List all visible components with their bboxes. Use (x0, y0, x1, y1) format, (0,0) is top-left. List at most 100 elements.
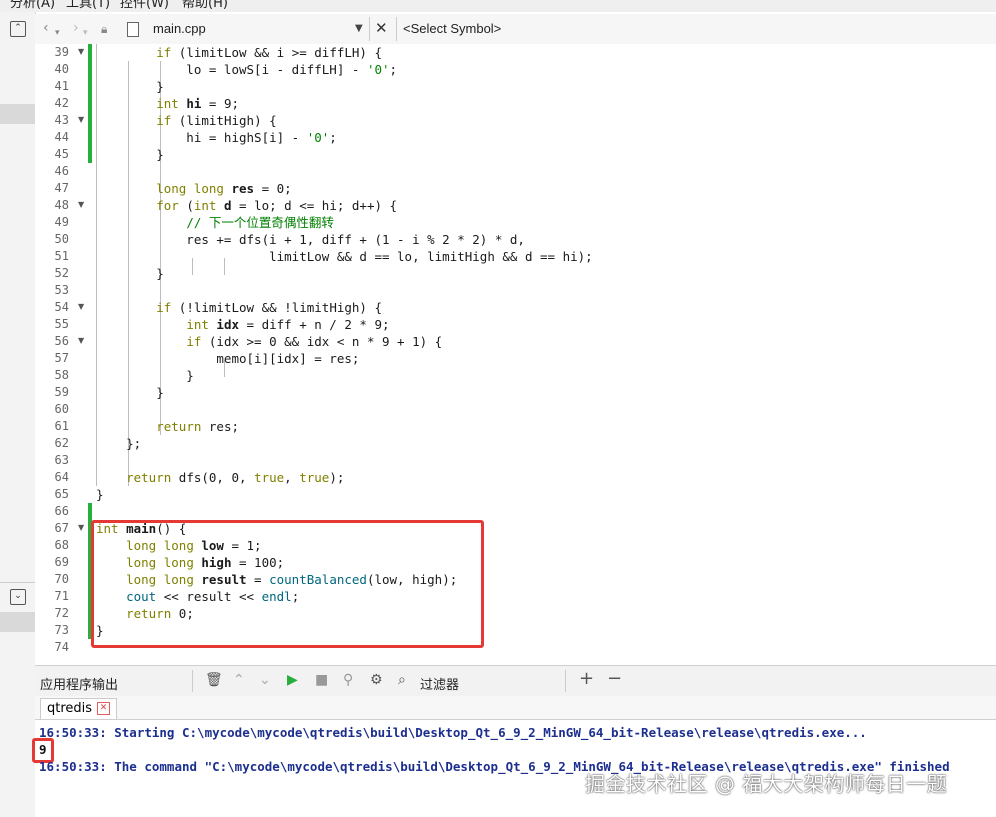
line-number: 51 (54, 249, 69, 263)
stop-icon[interactable]: ■ (315, 672, 328, 688)
line-number: 50 (54, 232, 69, 246)
output-tab-qtredis[interactable]: qtredis ✕ (40, 698, 118, 719)
line-number: 42 (54, 96, 69, 110)
code-line-48: for (int d = lo; d <= hi; d++) { (156, 198, 398, 213)
code-line-39: if (limitLow && i >= diffLH) { (156, 45, 382, 60)
fold-toggle-icon[interactable]: ▼ (78, 47, 84, 56)
minimize-icon[interactable]: − (607, 668, 622, 689)
line-number: 39 (54, 45, 69, 59)
filter-input[interactable]: 过滤器 (420, 674, 459, 693)
close-file-icon[interactable]: ✕ (375, 19, 388, 37)
line-number: 52 (54, 266, 69, 280)
collapse-up-icon[interactable]: ⌃ (10, 21, 26, 37)
menu-bar: 分析(A) 工具(T) 控件(W) 帮助(H) (0, 0, 996, 12)
next-item-icon[interactable]: ⌄ (259, 672, 271, 688)
file-icon (127, 22, 139, 37)
line-number: 63 (54, 453, 69, 467)
back-dropdown-icon[interactable]: ▾ (55, 28, 60, 38)
line-number: 46 (54, 164, 69, 178)
fold-toggle-icon[interactable]: ▼ (78, 115, 84, 124)
code-line-44: hi = highS[i] - '0'; (96, 130, 337, 145)
line-number: 44 (54, 130, 69, 144)
line-number: 45 (54, 147, 69, 161)
menu-help[interactable]: 帮助(H) (182, 0, 228, 11)
line-number: 59 (54, 385, 69, 399)
code-line-56: if (idx >= 0 && idx < n * 9 + 1) { (186, 334, 443, 349)
sidebar-selected-row-2[interactable] (0, 612, 35, 632)
close-tab-icon[interactable]: ✕ (97, 702, 111, 715)
line-number: 41 (54, 79, 69, 93)
collapse-down-icon[interactable]: ⌄ (10, 589, 26, 605)
code-line-61: return res; (156, 419, 240, 434)
attach-debugger-icon[interactable]: ⚲ (343, 672, 353, 688)
code-line-51: limitLow && d == lo, limitHigh && d == h… (96, 249, 593, 264)
line-number: 66 (54, 504, 69, 518)
menu-controls[interactable]: 控件(W) (120, 0, 169, 11)
search-filter-icon[interactable]: ⌕ (398, 672, 406, 688)
output-pane-header: 应用程序输出 🗑︎ ⌃ ⌄ ▶ ■ ⚲ ⚙ ⌕ 过滤器 + − (35, 665, 996, 697)
output-tab-label: qtredis (47, 701, 93, 716)
line-number: 74 (54, 640, 69, 654)
line-number: 64 (54, 470, 69, 484)
code-line-52: } (96, 266, 164, 281)
line-number: 61 (54, 419, 69, 433)
back-icon[interactable]: ‹ (43, 20, 49, 36)
clear-output-icon[interactable]: 🗑︎ (205, 672, 223, 688)
main-function-highlight (91, 520, 484, 648)
line-number: 47 (54, 181, 69, 195)
watermark: 掘金技术社区 @ 福大大架构师每日一题 (585, 772, 948, 796)
forward-dropdown-icon[interactable]: ▾ (83, 28, 88, 38)
code-line-41: } (96, 79, 164, 94)
line-number: 69 (54, 555, 69, 569)
fold-toggle-icon[interactable]: ▼ (78, 200, 84, 209)
line-number: 40 (54, 62, 69, 76)
code-line-64: return dfs(0, 0, true, true); (126, 470, 345, 485)
line-number: 56 (54, 334, 69, 348)
line-number: 62 (54, 436, 69, 450)
sidebar-divider (0, 582, 35, 583)
code-line-62: }; (96, 436, 142, 451)
toolbar-divider-2 (396, 17, 397, 41)
lock-icon[interactable]: 🔒︎ (101, 22, 107, 37)
output-line-starting: 16:50:33: Starting C:\mycode\mycode\qtre… (39, 725, 867, 740)
line-number: 55 (54, 317, 69, 331)
code-line-49: // 下一个位置奇偶性翻转 (186, 215, 334, 230)
header-divider-2 (565, 670, 566, 692)
menu-analyze[interactable]: 分析(A) (10, 0, 55, 11)
code-line-58: } (96, 368, 194, 383)
line-number: 43 (54, 113, 69, 127)
code-line-59: } (96, 385, 164, 400)
run-icon[interactable]: ▶ (287, 672, 298, 688)
line-number: 71 (54, 589, 69, 603)
file-dropdown-icon[interactable]: ▼ (355, 23, 363, 34)
sidebar-selected-row[interactable] (0, 104, 35, 124)
code-line-40: lo = lowS[i - diffLH] - '0'; (96, 62, 398, 77)
code-line-55: int idx = diff + n / 2 * 9; (186, 317, 390, 332)
header-divider (192, 670, 193, 692)
previous-item-icon[interactable]: ⌃ (233, 672, 245, 688)
line-number: 58 (54, 368, 69, 382)
line-number: 48 (54, 198, 69, 212)
line-number: 49 (54, 215, 69, 229)
file-selector[interactable]: main.cpp (153, 21, 206, 36)
settings-gear-icon[interactable]: ⚙ (370, 672, 383, 688)
line-number: 70 (54, 572, 69, 586)
fold-toggle-icon[interactable]: ▼ (78, 523, 84, 532)
forward-icon[interactable]: › (73, 20, 79, 36)
fold-toggle-icon[interactable]: ▼ (78, 302, 84, 311)
symbol-selector[interactable]: <Select Symbol> (403, 21, 501, 36)
add-icon[interactable]: + (579, 668, 594, 689)
fold-toggle-icon[interactable]: ▼ (78, 336, 84, 345)
line-number-gutter: 39 40 41 42 43 44 45 46 47 48 49 50 51 5… (35, 44, 72, 665)
line-number: 54 (54, 300, 69, 314)
toolbar-divider (369, 17, 370, 41)
output-tab-bar: qtredis ✕ (35, 696, 996, 720)
code-line-45: } (96, 147, 164, 162)
code-editor[interactable]: 39 40 41 42 43 44 45 46 47 48 49 50 51 5… (35, 44, 996, 665)
left-sidebar: ⌃ ⌄ (0, 12, 36, 817)
menu-tools[interactable]: 工具(T) (66, 0, 110, 11)
